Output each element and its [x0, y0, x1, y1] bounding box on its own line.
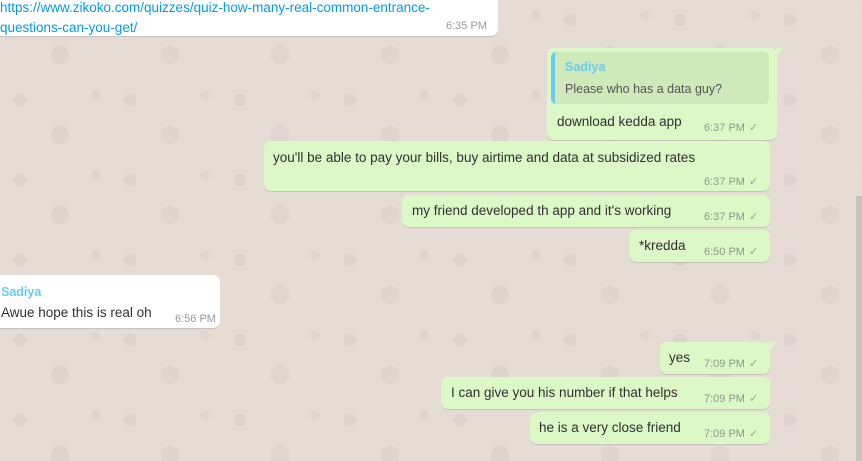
message-time: 6:37 PM ✓ [704, 176, 759, 188]
message-time: 7:09 PM ✓ [704, 393, 759, 405]
message-text: Awue hope this is real oh [1, 305, 152, 320]
link-line-1: https://www.zikoko.com/quizzes/quiz-how-… [0, 0, 430, 15]
bubble-tail [776, 48, 784, 56]
message-incoming[interactable]: Sadiya Awue hope this is real oh 6:56 PM [0, 275, 220, 328]
message-time: 6:37 PM ✓ [704, 211, 759, 223]
message-text: I can give you his number if that helps [451, 385, 678, 400]
message-outgoing[interactable]: *kredda 6:50 PM ✓ [629, 230, 770, 262]
read-check-icon: ✓ [748, 393, 759, 405]
message-text: he is a very close friend [539, 420, 681, 435]
quoted-sender: Sadiya [565, 60, 606, 74]
quoted-message[interactable]: Sadiya Please who has a data guy? [551, 52, 769, 104]
message-outgoing-yes[interactable]: yes 7:09 PM ✓ [660, 342, 777, 374]
read-check-icon: ✓ [748, 176, 759, 188]
message-time: 6:35 PM [446, 20, 487, 32]
sender-name[interactable]: Sadiya [1, 285, 41, 299]
message-time: 6:50 PM ✓ [704, 246, 759, 258]
message-text: yes [669, 350, 691, 365]
message-time: 7:09 PM ✓ [704, 358, 759, 370]
message-link[interactable]: https://www.zikoko.com/quizzes/quiz-how-… [0, 0, 430, 35]
message-text: my friend developed th app and it's work… [412, 203, 672, 218]
message-outgoing[interactable]: my friend developed th app and it's work… [402, 195, 770, 227]
message-time: 6:37 PM ✓ [704, 122, 759, 134]
quoted-text: Please who has a data guy? [565, 82, 723, 96]
message-outgoing[interactable]: you'll be able to pay your bills, buy ai… [264, 141, 770, 191]
read-check-icon: ✓ [748, 211, 759, 223]
read-check-icon: ✓ [748, 428, 759, 440]
message-time: 6:56 PM [175, 313, 216, 325]
read-check-icon: ✓ [748, 122, 759, 134]
read-check-icon: ✓ [748, 358, 759, 370]
message-outgoing-reply[interactable]: Sadiya Please who has a data guy? downlo… [547, 48, 784, 140]
read-check-icon: ✓ [748, 246, 759, 258]
chat-scrollbar[interactable] [856, 196, 862, 461]
message-text: download kedda app [557, 114, 682, 129]
bubble-tail [769, 342, 777, 350]
message-time: 7:09 PM ✓ [704, 428, 759, 440]
message-outgoing[interactable]: I can give you his number if that helps … [441, 377, 770, 409]
message-outgoing[interactable]: he is a very close friend 7:09 PM ✓ [530, 412, 770, 444]
message-incoming-link[interactable]: https://www.zikoko.com/quizzes/quiz-how-… [0, 0, 498, 36]
message-text: *kredda [639, 238, 686, 253]
link-line-2: questions-can-you-get/ [0, 20, 138, 35]
message-text: you'll be able to pay your bills, buy ai… [273, 150, 696, 165]
